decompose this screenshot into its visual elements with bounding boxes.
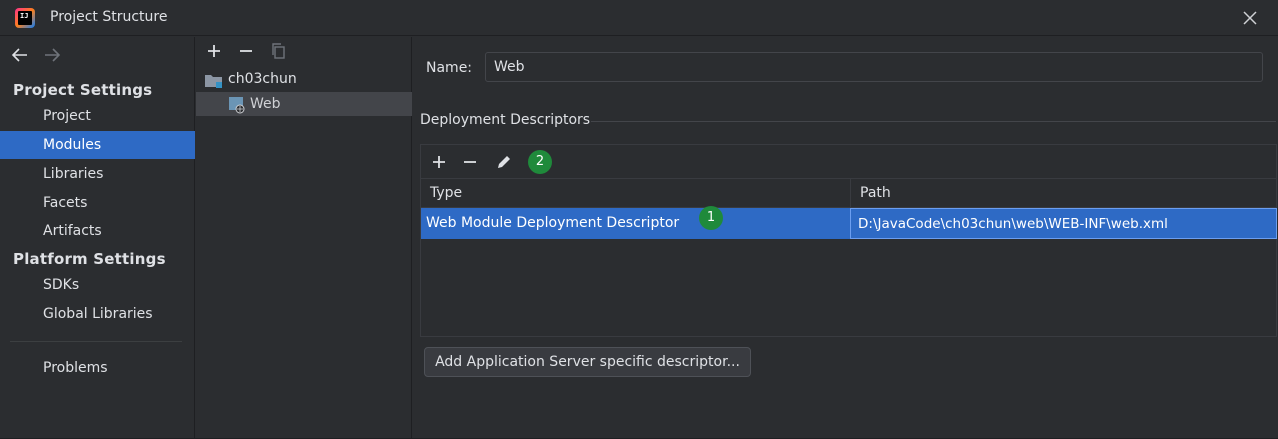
title-bar: IJ Project Structure: [0, 0, 1278, 36]
table-header: Type Path: [421, 178, 1277, 208]
intellij-logo-icon: IJ: [15, 8, 35, 28]
close-icon[interactable]: [1240, 8, 1260, 28]
nav-item-facets[interactable]: Facets: [0, 189, 195, 217]
annotation-badge-2: 2: [528, 150, 552, 174]
cell-type-text: Web Module Deployment Descriptor: [426, 215, 680, 231]
back-arrow-icon[interactable]: [10, 45, 30, 65]
column-header-path[interactable]: Path: [850, 179, 1277, 207]
platform-settings-header: Platform Settings: [13, 250, 166, 268]
remove-icon[interactable]: [236, 41, 256, 63]
section-divider: [591, 121, 1276, 122]
window-title: Project Structure: [50, 9, 168, 25]
section-title: Deployment Descriptors: [420, 112, 591, 128]
cell-type[interactable]: Web Module Deployment Descriptor: [421, 208, 850, 239]
edit-pencil-icon[interactable]: [494, 152, 514, 174]
nav-item-artifacts[interactable]: Artifacts: [0, 217, 195, 245]
nav-item-problems[interactable]: Problems: [0, 354, 195, 382]
tree-item-label: ch03chun: [228, 71, 297, 87]
deployment-descriptors-table: 2 Type Path Web Module Deployment Descri…: [420, 144, 1277, 337]
table-row[interactable]: Web Module Deployment Descriptor D:\Java…: [421, 206, 1277, 239]
cell-path[interactable]: D:\JavaCode\ch03chun\web\WEB-INF\web.xml: [850, 208, 1277, 239]
column-header-type[interactable]: Type: [421, 179, 850, 207]
module-content: Name: Deployment Descriptors 2 Type Path…: [413, 37, 1278, 439]
module-tree-panel: ch03chun Web: [196, 37, 412, 439]
module-folder-icon: [205, 72, 223, 88]
project-settings-header: Project Settings: [13, 81, 153, 99]
nav-item-sdks[interactable]: SDKs: [0, 271, 195, 299]
nav-item-libraries[interactable]: Libraries: [0, 160, 195, 188]
web-facet-icon: [228, 96, 246, 114]
name-label: Name:: [426, 60, 473, 76]
add-icon[interactable]: [204, 41, 224, 63]
add-server-descriptor-button[interactable]: Add Application Server specific descript…: [424, 347, 751, 377]
tree-item-web[interactable]: Web: [196, 92, 412, 116]
settings-nav: Project Settings Project Modules Librari…: [0, 37, 195, 439]
annotation-badge-1: 1: [699, 206, 723, 230]
tree-item-ch03chun[interactable]: ch03chun: [196, 67, 412, 91]
nav-item-project[interactable]: Project: [0, 102, 195, 130]
add-icon[interactable]: [429, 152, 449, 174]
nav-divider: [10, 341, 182, 342]
nav-item-modules[interactable]: Modules: [0, 131, 195, 159]
tree-item-label: Web: [250, 96, 281, 112]
remove-icon[interactable]: [460, 152, 480, 174]
copy-icon[interactable]: [268, 41, 288, 63]
logo-text: IJ: [18, 11, 32, 25]
forward-arrow-icon[interactable]: [42, 45, 62, 65]
nav-item-global-libraries[interactable]: Global Libraries: [0, 300, 195, 328]
name-input[interactable]: [485, 52, 1263, 82]
